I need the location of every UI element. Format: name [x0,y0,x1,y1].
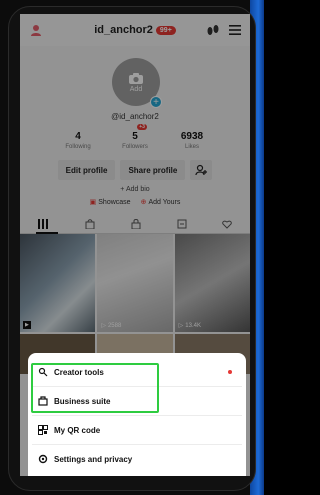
menu-divider [32,415,242,416]
settings-gear-icon [38,454,48,464]
menu-divider [32,444,242,445]
creator-tools-icon [38,367,48,377]
video-frame: id_anchor2 99+ Add + @id_anchor2 4 Follo… [0,0,264,495]
menu-item-label: Business suite [54,396,111,406]
new-indicator-dot [228,370,232,374]
profile-menu-sheet: Creator tools Business suite My QR code [28,353,246,476]
menu-item-settings-privacy[interactable]: Settings and privacy [32,446,242,472]
menu-item-creator-tools[interactable]: Creator tools [32,359,242,385]
menu-item-label: Creator tools [54,367,104,377]
menu-divider [32,386,242,387]
menu-item-business-suite[interactable]: Business suite [32,388,242,414]
business-suite-icon [38,396,48,406]
menu-item-label: My QR code [54,425,101,435]
menu-item-label: Settings and privacy [54,454,133,464]
qr-code-icon [38,425,48,435]
menu-item-qr-code[interactable]: My QR code [32,417,242,443]
